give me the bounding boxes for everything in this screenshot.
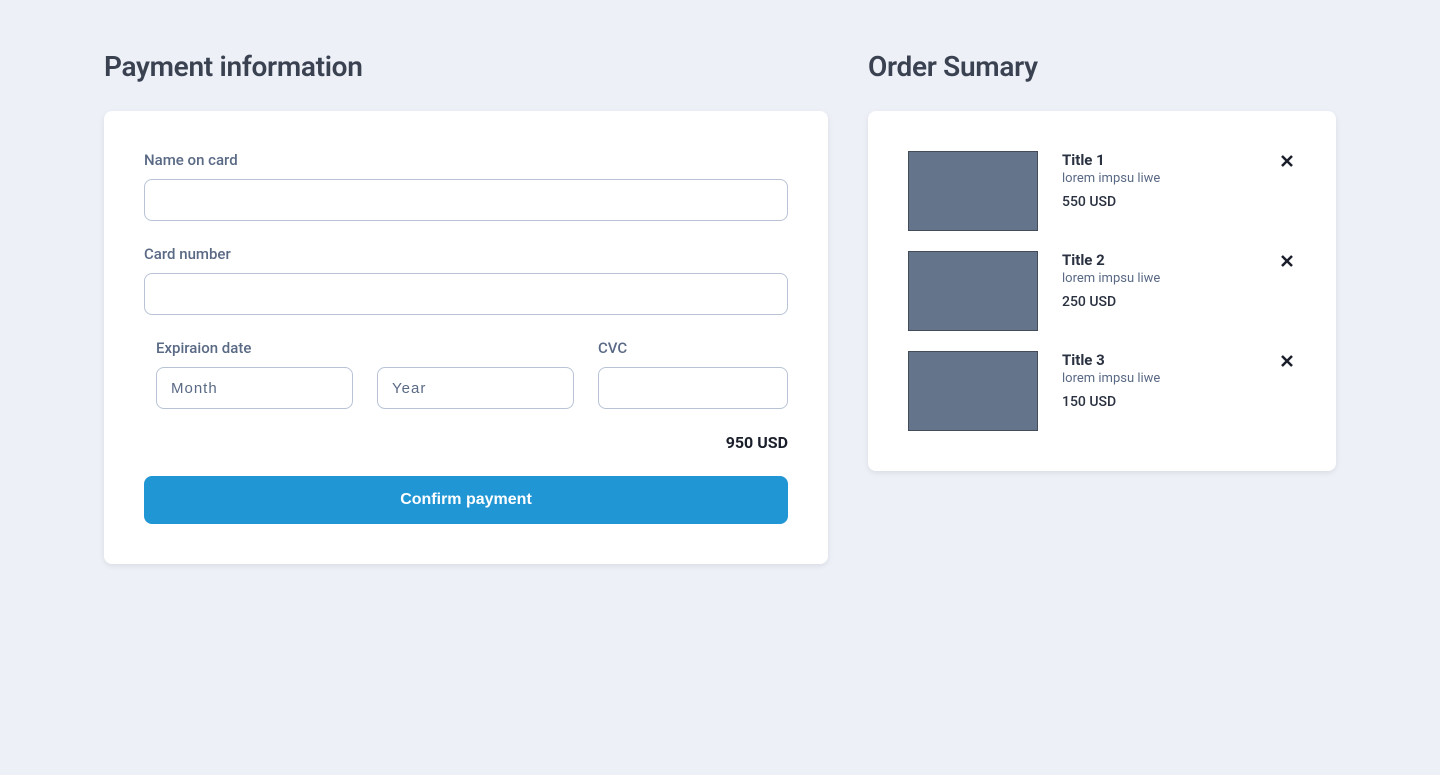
order-summary-heading: Order Sumary: [868, 50, 1336, 83]
order-item: Title 1 lorem impsu liwe 550 USD: [908, 151, 1296, 231]
name-input[interactable]: [144, 179, 788, 221]
card-number-label: Card number: [144, 245, 788, 263]
order-item-info: Title 1 lorem impsu liwe 550 USD: [1062, 151, 1296, 231]
order-item: Title 3 lorem impsu liwe 150 USD: [908, 351, 1296, 431]
cvc-input[interactable]: [598, 367, 788, 409]
item-price: 150 USD: [1062, 394, 1296, 410]
expiration-group: Expiraion date: [144, 339, 574, 409]
payment-heading: Payment information: [104, 50, 828, 83]
payment-section: Payment information Name on card Card nu…: [104, 50, 828, 564]
close-icon: [1281, 155, 1293, 170]
item-description: lorem impsu liwe: [1062, 171, 1296, 186]
name-label: Name on card: [144, 151, 788, 169]
total-row: 950 USD: [144, 433, 788, 452]
close-icon: [1281, 255, 1293, 270]
item-thumbnail: [908, 251, 1038, 331]
card-number-input[interactable]: [144, 273, 788, 315]
remove-item-button[interactable]: [1278, 253, 1296, 271]
item-title: Title 1: [1062, 151, 1296, 169]
item-title: Title 3: [1062, 351, 1296, 369]
order-summary-card: Title 1 lorem impsu liwe 550 USD Title 2…: [868, 111, 1336, 471]
month-input[interactable]: [156, 367, 353, 409]
remove-item-button[interactable]: [1278, 353, 1296, 371]
order-summary-section: Order Sumary Title 1 lorem impsu liwe 55…: [868, 50, 1336, 564]
order-item-info: Title 2 lorem impsu liwe 250 USD: [1062, 251, 1296, 331]
item-price: 250 USD: [1062, 294, 1296, 310]
expiration-label: Expiraion date: [156, 339, 574, 357]
order-item-info: Title 3 lorem impsu liwe 150 USD: [1062, 351, 1296, 431]
cvc-label: CVC: [598, 339, 788, 357]
order-item: Title 2 lorem impsu liwe 250 USD: [908, 251, 1296, 331]
payment-card: Name on card Card number Expiraion date …: [104, 111, 828, 564]
item-title: Title 2: [1062, 251, 1296, 269]
item-price: 550 USD: [1062, 194, 1296, 210]
confirm-payment-button[interactable]: Confirm payment: [144, 476, 788, 524]
item-description: lorem impsu liwe: [1062, 271, 1296, 286]
item-thumbnail: [908, 151, 1038, 231]
close-icon: [1281, 355, 1293, 370]
item-thumbnail: [908, 351, 1038, 431]
cvc-group: CVC: [598, 339, 788, 409]
total-amount: 950 USD: [726, 433, 788, 452]
expiration-cvc-row: Expiraion date CVC: [144, 339, 788, 409]
year-input[interactable]: [377, 367, 574, 409]
name-field-group: Name on card: [144, 151, 788, 221]
item-description: lorem impsu liwe: [1062, 371, 1296, 386]
remove-item-button[interactable]: [1278, 153, 1296, 171]
card-number-field-group: Card number: [144, 245, 788, 315]
